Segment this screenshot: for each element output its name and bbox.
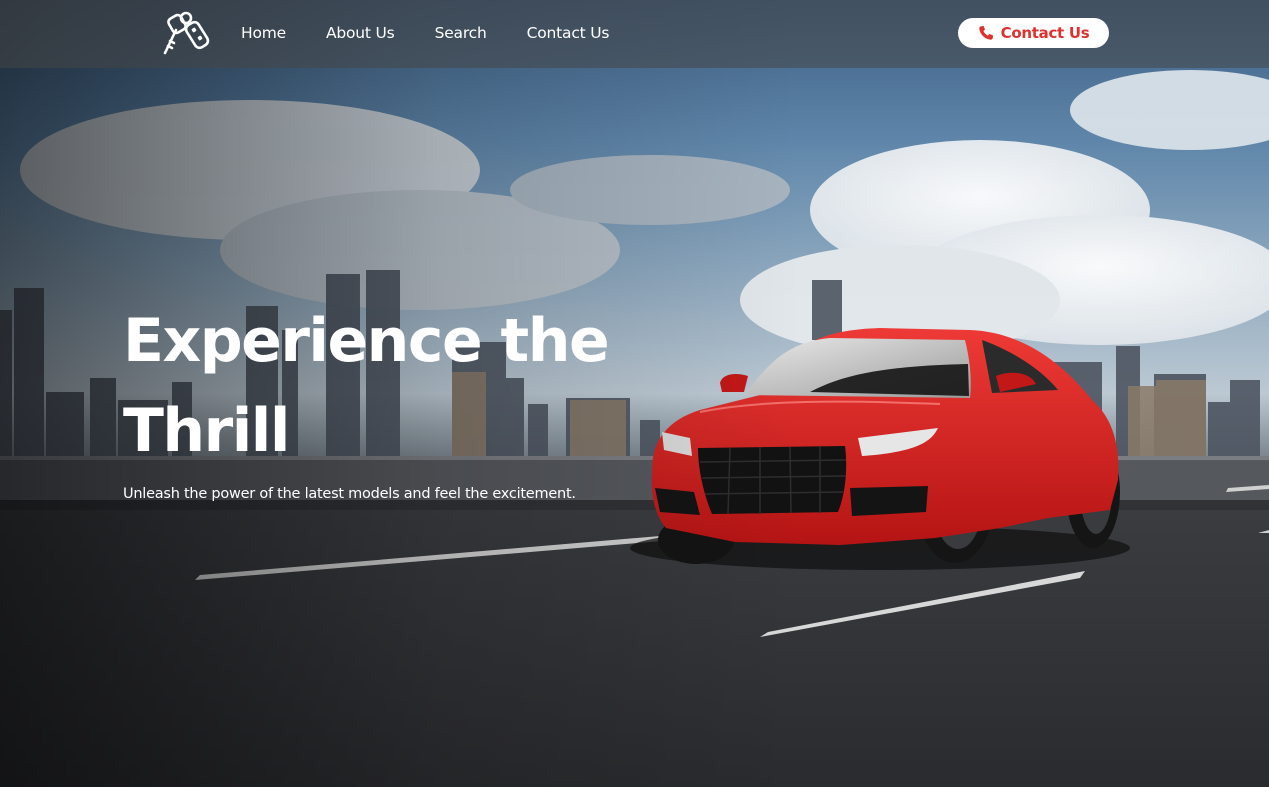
hero-headline: Experience the Thrill [123,306,610,466]
nav-link-home[interactable]: Home [241,22,286,44]
car-keys-icon[interactable] [162,10,212,56]
contact-us-button-label: Contact Us [1000,24,1090,42]
hero-section: Home About Us Search Contact Us Contact … [0,0,1269,787]
top-navigation-bar: Home About Us Search Contact Us Contact … [0,0,1269,68]
hero-tagline: Unleash the power of the latest models a… [123,486,576,502]
nav-link-contact-us[interactable]: Contact Us [527,22,610,44]
nav-link-about-us[interactable]: About Us [326,22,395,44]
nav-link-search[interactable]: Search [435,22,487,44]
contact-us-button[interactable]: Contact Us [958,18,1109,48]
phone-icon [978,26,993,40]
main-nav: Home About Us Search Contact Us [241,22,649,44]
